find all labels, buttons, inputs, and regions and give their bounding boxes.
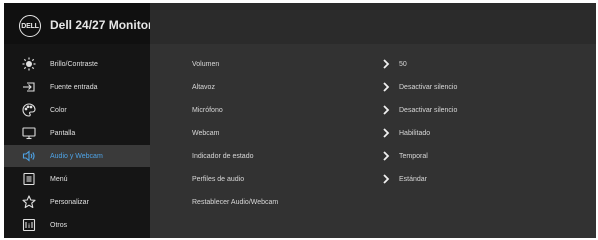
speaker-icon (22, 149, 36, 163)
sidebar-item-brightness-contrast[interactable]: Brillo/Contraste (4, 53, 150, 75)
setting-value: Estándar (399, 175, 428, 183)
setting-row-status-indicator[interactable]: Indicador de estado Temporal (150, 145, 596, 167)
star-icon (22, 195, 36, 209)
setting-row-volume[interactable]: Volumen 50 (150, 53, 596, 75)
osd-header: DELL Dell 24/27 Monitor (4, 3, 153, 44)
sidebar-item-display[interactable]: Pantalla (4, 122, 150, 144)
setting-row-webcam[interactable]: Webcam Habilitado (150, 122, 596, 144)
setting-value: Desactivar silencio (399, 106, 458, 114)
sidebar-item-label: Fuente entrada (50, 83, 98, 91)
setting-label: Altavoz (192, 83, 215, 91)
menu-icon (22, 172, 36, 186)
setting-value: Desactivar silencio (399, 83, 458, 91)
others-icon: i (22, 218, 36, 232)
sidebar-item-others[interactable]: i Otros (4, 214, 150, 236)
sidebar-item-label: Brillo/Contraste (50, 60, 98, 68)
monitor-osd-menu: DELL Dell 24/27 Monitor Brillo/Contraste… (4, 3, 596, 238)
setting-label: Perfiles de audio (192, 175, 245, 183)
sidebar: DELL Dell 24/27 Monitor Brillo/Contraste… (4, 3, 153, 238)
setting-row-microphone[interactable]: Micrófono Desactivar silencio (150, 99, 596, 121)
setting-label: Restablecer Audio/Webcam (192, 198, 279, 206)
sidebar-item-label: Color (50, 106, 67, 114)
chevron-right-icon (382, 128, 390, 138)
setting-label: Indicador de estado (192, 152, 254, 160)
sidebar-item-label: Otros (50, 221, 68, 229)
sidebar-item-audio-webcam[interactable]: Audio y Webcam (4, 145, 150, 167)
svg-text:i: i (28, 223, 30, 230)
chevron-right-icon (382, 174, 390, 184)
setting-row-reset-audio-webcam[interactable]: Restablecer Audio/Webcam (150, 191, 596, 213)
chevron-right-icon (382, 105, 390, 115)
color-palette-icon (22, 103, 36, 117)
input-source-icon (22, 80, 36, 94)
brightness-icon (22, 57, 36, 71)
sidebar-item-menu[interactable]: Menú (4, 168, 150, 190)
sidebar-item-label: Menú (50, 175, 68, 183)
sidebar-item-input-source[interactable]: Fuente entrada (4, 76, 150, 98)
sidebar-item-label: Audio y Webcam (50, 152, 103, 160)
display-icon (22, 126, 36, 140)
sidebar-item-personalize[interactable]: Personalizar (4, 191, 150, 213)
chevron-right-icon (382, 151, 390, 161)
setting-value: 50 (399, 60, 407, 68)
setting-value: Habilitado (399, 129, 431, 137)
sidebar-item-color[interactable]: Color (4, 99, 150, 121)
dell-logo: DELL (19, 15, 41, 37)
setting-label: Webcam (192, 129, 220, 137)
osd-header-fill (150, 3, 596, 44)
setting-label: Volumen (192, 60, 220, 68)
chevron-right-icon (382, 59, 390, 69)
sidebar-item-label: Pantalla (50, 129, 76, 137)
chevron-right-icon (382, 82, 390, 92)
setting-label: Micrófono (192, 106, 223, 114)
sidebar-item-label: Personalizar (50, 198, 89, 206)
setting-row-audio-profiles[interactable]: Perfiles de audio Estándar (150, 168, 596, 190)
setting-value: Temporal (399, 152, 428, 160)
monitor-title: Dell 24/27 Monitor (50, 18, 153, 32)
setting-row-speaker[interactable]: Altavoz Desactivar silencio (150, 76, 596, 98)
